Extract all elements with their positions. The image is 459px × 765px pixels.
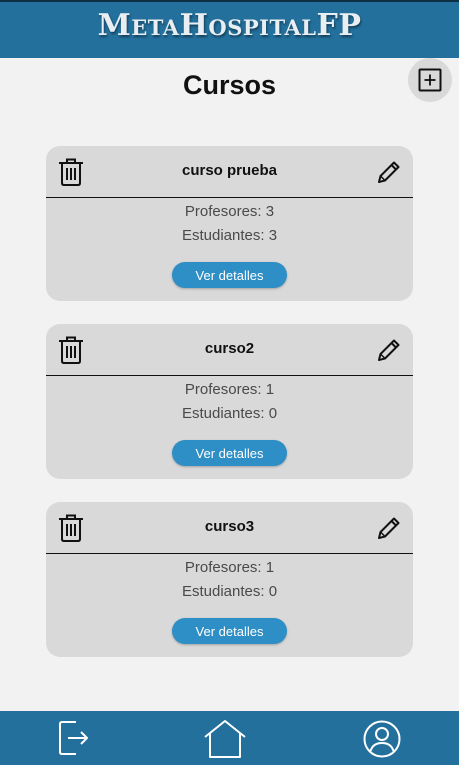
view-details-button[interactable]: Ver detalles <box>172 262 287 288</box>
course-card: curso3 Profesores: 1 Estudiantes: 0 Ver … <box>46 502 413 657</box>
course-card: curso2 Profesores: 1 Estudiantes: 0 Ver … <box>46 324 413 479</box>
view-details-button[interactable]: Ver detalles <box>172 440 287 466</box>
logout-icon[interactable] <box>56 719 92 757</box>
add-course-button[interactable] <box>408 58 452 102</box>
teachers-count: Profesores: 3 <box>184 203 275 220</box>
user-profile-icon[interactable] <box>362 719 402 759</box>
students-count: Estudiantes: 0 <box>181 405 278 422</box>
page-title: Cursos <box>182 70 277 100</box>
course-name: curso3 <box>204 518 255 535</box>
home-icon[interactable] <box>203 719 247 759</box>
teachers-count: Profesores: 1 <box>184 381 275 398</box>
course-card: curso prueba Profesores: 3 Estudiantes: … <box>46 146 413 301</box>
course-card-header: curso3 <box>46 502 413 554</box>
app-brand: MetaHospitalFP <box>97 7 362 43</box>
pencil-icon[interactable] <box>376 159 402 185</box>
pencil-icon[interactable] <box>376 337 402 363</box>
bottom-nav <box>0 711 459 765</box>
course-card-header: curso2 <box>46 324 413 376</box>
plus-square-icon <box>418 68 442 92</box>
course-name: curso prueba <box>181 162 278 179</box>
pencil-icon[interactable] <box>376 515 402 541</box>
students-count: Estudiantes: 3 <box>181 227 278 244</box>
course-name: curso2 <box>204 340 255 357</box>
view-details-button[interactable]: Ver detalles <box>172 618 287 644</box>
students-count: Estudiantes: 0 <box>181 583 278 600</box>
teachers-count: Profesores: 1 <box>184 559 275 576</box>
app-header: MetaHospitalFP <box>0 0 459 58</box>
course-card-header: curso prueba <box>46 146 413 198</box>
